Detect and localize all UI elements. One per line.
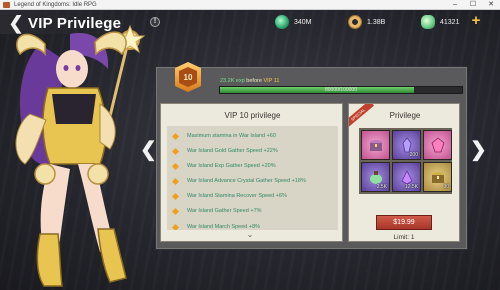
exp-progress-bar: 80000/100000 bbox=[219, 86, 463, 94]
privilege-text: War Island Advance Crystal Gather Speed … bbox=[187, 178, 306, 184]
currency-value: 1.38B bbox=[367, 18, 386, 26]
green-gem-icon bbox=[421, 15, 435, 29]
exp-requirement: 23.2K exp before VIP 11 bbox=[220, 78, 279, 84]
diamond-bullet-icon bbox=[171, 147, 180, 155]
reward-slot[interactable] bbox=[361, 130, 390, 160]
reward-quantity: 200 bbox=[409, 152, 418, 158]
scroll-down-icon[interactable]: ⌄ bbox=[245, 231, 255, 239]
green-orb-icon bbox=[275, 15, 289, 29]
game-stage: ❮ VIP Privilege ! 340M 1.38B 41321 + ❮ ❯… bbox=[0, 10, 500, 290]
list-item: War Island Gold Gather Speed +22% bbox=[171, 144, 333, 158]
exp-progress-text: 80000/100000 bbox=[325, 87, 357, 93]
reward-slot[interactable]: 200 bbox=[392, 130, 421, 160]
privilege-text: War Island Stamina Recover Speed +6% bbox=[187, 193, 287, 199]
potion-bag-icon bbox=[369, 171, 382, 184]
buy-button[interactable]: $19.99 bbox=[376, 215, 432, 230]
pink-gem-icon bbox=[431, 137, 444, 153]
character-face bbox=[56, 50, 88, 88]
currency-value: 41321 bbox=[440, 18, 460, 26]
diamond-bullet-icon bbox=[171, 177, 180, 185]
purple-shard-icon bbox=[400, 170, 413, 185]
currency-value: 340M bbox=[294, 18, 312, 26]
reward-grid: 200 2.5K 12.5K 30 bbox=[359, 128, 452, 194]
privilege-list[interactable]: Maximum stamina in War Island +60 War Is… bbox=[167, 126, 338, 230]
diamond-bullet-icon bbox=[171, 162, 180, 170]
diamond-bullet-icon bbox=[171, 132, 180, 140]
reward-quantity: 12.5K bbox=[404, 184, 418, 190]
app-icon bbox=[3, 1, 10, 8]
treasure-chest-icon bbox=[369, 140, 382, 151]
add-currency-button[interactable]: + bbox=[470, 13, 482, 29]
reward-quantity: 30 bbox=[443, 184, 449, 190]
purchase-limit: Limit: 1 bbox=[393, 234, 415, 241]
character-body bbox=[15, 87, 127, 287]
reward-quantity: 2.5K bbox=[376, 184, 387, 190]
reward-slot[interactable]: 12.5K bbox=[392, 162, 421, 192]
vip-level-badge: 10 bbox=[175, 62, 201, 92]
reward-slot[interactable] bbox=[423, 130, 452, 160]
close-button[interactable]: ✕ bbox=[482, 0, 500, 10]
vip-level: 10 bbox=[179, 67, 197, 87]
maximize-button[interactable]: ☐ bbox=[464, 0, 482, 10]
privilege-list-title: VIP 10 privilege bbox=[224, 111, 281, 120]
currency-green-gem: 41321 bbox=[421, 15, 459, 29]
list-item: War Island Stamina Recover Speed +6% bbox=[171, 189, 333, 203]
window-titlebar: Legend of Kingdoms: Idle RPG – ☐ ✕ bbox=[0, 0, 500, 10]
exp-before: before bbox=[244, 78, 264, 84]
previous-vip-button[interactable]: ❮ bbox=[140, 139, 157, 161]
privilege-text: Maximum stamina in War Island +60 bbox=[187, 133, 276, 139]
next-vip-level: VIP 11 bbox=[263, 78, 280, 84]
exp-amount: 23.2K exp bbox=[220, 78, 245, 84]
minimize-button[interactable]: – bbox=[446, 0, 464, 10]
list-item: Maximum stamina in War Island +60 bbox=[171, 129, 333, 143]
privilege-text: War Island Exp Gather Speed +20% bbox=[187, 163, 276, 169]
privilege-list-card: VIP 10 privilege Maximum stamina in War … bbox=[160, 103, 343, 242]
purple-crystal-icon bbox=[402, 137, 411, 153]
privilege-text: War Island Gather Speed +7% bbox=[187, 208, 262, 214]
next-vip-button[interactable]: ❯ bbox=[470, 139, 487, 161]
currency-green-orb: 340M bbox=[275, 15, 312, 29]
list-item: War Island March Speed +8% bbox=[171, 220, 333, 230]
list-item: War Island Gather Speed +7% bbox=[171, 204, 333, 218]
privilege-title: Privilege bbox=[389, 111, 421, 120]
list-item: War Island Advance Crystal Gather Speed … bbox=[171, 174, 333, 188]
reward-slot[interactable]: 2.5K bbox=[361, 162, 390, 192]
gold-chest-icon bbox=[431, 172, 444, 183]
list-item: War Island Exp Gather Speed +20% bbox=[171, 159, 333, 173]
character-illustration bbox=[15, 24, 146, 287]
currency-gold-ring: 1.38B bbox=[348, 15, 385, 29]
diamond-bullet-icon bbox=[171, 223, 180, 230]
diamond-bullet-icon bbox=[171, 192, 180, 200]
gold-ring-icon bbox=[348, 15, 362, 29]
reward-slot[interactable]: 30 bbox=[423, 162, 452, 192]
window-title: Legend of Kingdoms: Idle RPG bbox=[14, 1, 97, 8]
diamond-bullet-icon bbox=[171, 207, 180, 215]
privilege-text: War Island Gold Gather Speed +22% bbox=[187, 148, 278, 154]
